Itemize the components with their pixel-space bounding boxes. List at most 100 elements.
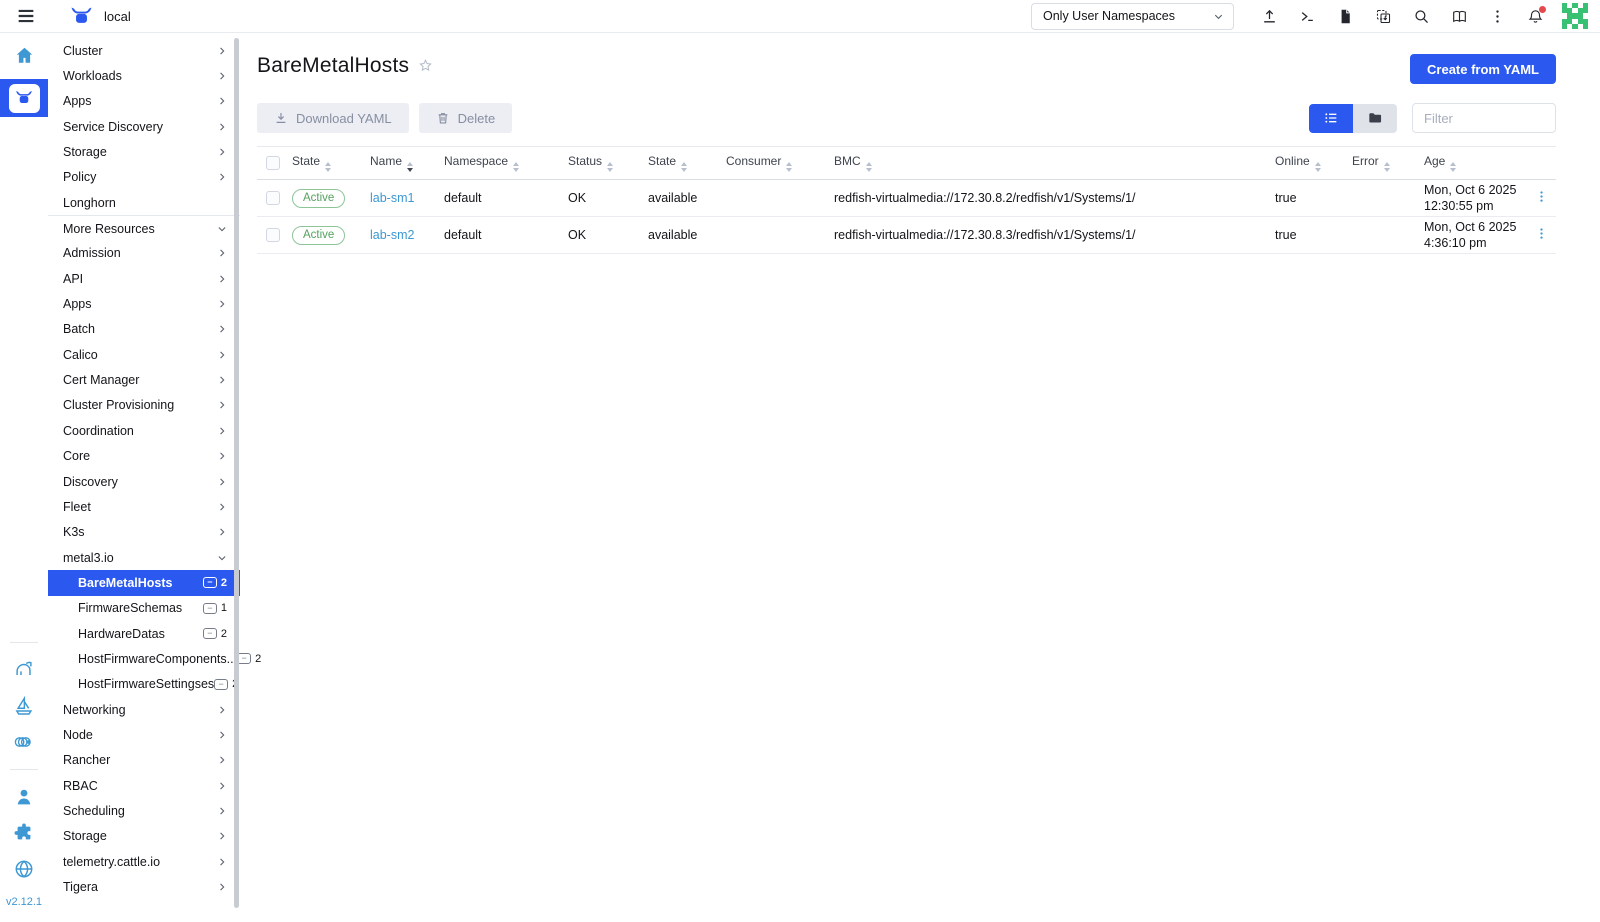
longhorn-icon[interactable] bbox=[13, 659, 35, 681]
sidebar-item-calico[interactable]: Calico bbox=[48, 342, 240, 367]
namespace-cell: default bbox=[439, 217, 563, 254]
kebab-menu-icon[interactable] bbox=[1478, 3, 1516, 30]
sidebar-item-label: HostFirmwareComponents... bbox=[78, 652, 237, 666]
sidebar-item-metal3-io[interactable]: metal3.io bbox=[48, 545, 240, 570]
chevron-right-icon bbox=[217, 755, 227, 765]
column-header-online[interactable]: Online bbox=[1270, 147, 1347, 180]
delete-button[interactable]: Delete bbox=[419, 103, 513, 133]
sidebar-item-rbac[interactable]: RBAC bbox=[48, 773, 240, 798]
name-link[interactable]: lab-sm1 bbox=[370, 191, 414, 205]
count-icon: − bbox=[203, 577, 217, 588]
sidebar-item-label: Service Discovery bbox=[63, 120, 163, 134]
sidebar-item-label: Cluster bbox=[63, 44, 103, 58]
sidebar-item-hardwaredatas[interactable]: HardwareDatas−2 bbox=[48, 621, 240, 646]
sidebar-item-telemetry-cattle-io[interactable]: telemetry.cattle.io bbox=[48, 849, 240, 874]
cluster-local-selected-icon[interactable] bbox=[0, 79, 48, 117]
sidebar-item-discovery[interactable]: Discovery bbox=[48, 469, 240, 494]
sidebar-item-fleet[interactable]: Fleet bbox=[48, 494, 240, 519]
sailboat-app-icon[interactable] bbox=[13, 695, 35, 717]
create-from-yaml-button[interactable]: Create from YAML bbox=[1410, 54, 1556, 84]
name-link[interactable]: lab-sm2 bbox=[370, 228, 414, 242]
sidebar-item-apps[interactable]: Apps bbox=[48, 89, 240, 114]
sidebar-item-k3s[interactable]: K3s bbox=[48, 520, 240, 545]
column-header-age[interactable]: Age bbox=[1419, 147, 1527, 180]
sidebar-item-storage[interactable]: Storage bbox=[48, 824, 240, 849]
cluster-name[interactable]: local bbox=[104, 9, 131, 24]
sidebar-item-label: Workloads bbox=[63, 69, 122, 83]
chevron-right-icon bbox=[217, 451, 227, 461]
sidebar-item-cluster-provisioning[interactable]: Cluster Provisioning bbox=[48, 393, 240, 418]
sidebar-item-rancher[interactable]: Rancher bbox=[48, 748, 240, 773]
namespace-filter-select[interactable]: Only User Namespaces bbox=[1031, 3, 1234, 30]
sidebar-item-node[interactable]: Node bbox=[48, 722, 240, 747]
sidebar-item-baremetalhosts[interactable]: BareMetalHosts−2 bbox=[48, 570, 240, 595]
hamburger-menu-icon[interactable] bbox=[15, 5, 37, 27]
row-actions-kebab-icon[interactable] bbox=[1532, 226, 1551, 241]
sidebar-item-storage[interactable]: Storage bbox=[48, 139, 240, 164]
sidebar-item-batch[interactable]: Batch bbox=[48, 317, 240, 342]
sidebar-item-longhorn[interactable]: Longhorn bbox=[48, 190, 240, 215]
sidebar-item-admission[interactable]: Admission bbox=[48, 241, 240, 266]
kubectl-shell-icon[interactable] bbox=[1288, 3, 1326, 30]
bmc-cell: redfish-virtualmedia://172.30.8.3/redfis… bbox=[829, 217, 1270, 254]
column-header-consumer[interactable]: Consumer bbox=[721, 147, 829, 180]
favorite-star-icon[interactable] bbox=[418, 58, 433, 73]
column-header-namespace[interactable]: Namespace bbox=[439, 147, 563, 180]
sidebar-item-apps[interactable]: Apps bbox=[48, 291, 240, 316]
sidebar-item-more-resources[interactable]: More Resources bbox=[48, 215, 240, 240]
provisioning-state-cell: available bbox=[643, 217, 721, 254]
column-header-status[interactable]: Status bbox=[563, 147, 643, 180]
sidebar-item-tigera[interactable]: Tigera bbox=[48, 874, 240, 899]
sidebar-item-policy[interactable]: Policy bbox=[48, 165, 240, 190]
home-icon[interactable] bbox=[14, 45, 35, 66]
globe-icon[interactable] bbox=[13, 858, 35, 880]
chevron-right-icon bbox=[217, 299, 227, 309]
sidebar-item-hostfirmwaresettingses[interactable]: HostFirmwareSettingses−2 bbox=[48, 672, 240, 697]
group-view-button[interactable] bbox=[1353, 104, 1397, 133]
chevron-right-icon bbox=[217, 502, 227, 512]
upload-icon[interactable] bbox=[1250, 3, 1288, 30]
sidebar-item-cluster[interactable]: Cluster bbox=[48, 38, 240, 63]
row-checkbox[interactable] bbox=[266, 191, 280, 205]
sidebar-item-api[interactable]: API bbox=[48, 266, 240, 291]
user-icon[interactable] bbox=[13, 786, 35, 808]
chevron-right-icon bbox=[217, 730, 227, 740]
page-title: BareMetalHosts bbox=[257, 54, 409, 78]
sidebar-scrollbar[interactable] bbox=[234, 38, 239, 908]
docs-book-icon[interactable] bbox=[1440, 3, 1478, 30]
chevron-right-icon bbox=[217, 705, 227, 715]
resource-count-badge: −1 bbox=[203, 602, 227, 614]
sidebar-item-coordination[interactable]: Coordination bbox=[48, 418, 240, 443]
sidebar-item-core[interactable]: Core bbox=[48, 444, 240, 469]
row-actions-kebab-icon[interactable] bbox=[1532, 189, 1551, 204]
coil-app-icon[interactable] bbox=[13, 731, 35, 753]
select-all-checkbox[interactable] bbox=[266, 156, 280, 170]
import-yaml-icon[interactable] bbox=[1364, 3, 1402, 30]
chevron-right-icon bbox=[217, 46, 227, 56]
column-header-state[interactable]: State bbox=[287, 147, 365, 180]
row-checkbox[interactable] bbox=[266, 228, 280, 242]
sidebar-item-service-discovery[interactable]: Service Discovery bbox=[48, 114, 240, 139]
notifications-bell-icon[interactable] bbox=[1516, 3, 1554, 30]
column-header-bmc[interactable]: BMC bbox=[829, 147, 1270, 180]
sidebar-item-networking[interactable]: Networking bbox=[48, 697, 240, 722]
sidebar-item-firmwareschemas[interactable]: FirmwareSchemas−1 bbox=[48, 596, 240, 621]
column-header-error[interactable]: Error bbox=[1347, 147, 1419, 180]
sidebar-item-cert-manager[interactable]: Cert Manager bbox=[48, 367, 240, 392]
download-yaml-button[interactable]: Download YAML bbox=[257, 103, 409, 133]
sidebar-item-workloads[interactable]: Workloads bbox=[48, 63, 240, 88]
column-header-name[interactable]: Name bbox=[365, 147, 439, 180]
list-icon bbox=[1323, 110, 1339, 126]
sort-carets-icon bbox=[1315, 162, 1321, 172]
sidebar-item-hostfirmwarecomponents[interactable]: HostFirmwareComponents...−2 bbox=[48, 646, 240, 671]
file-icon[interactable] bbox=[1326, 3, 1364, 30]
sidebar-item-scheduling[interactable]: Scheduling bbox=[48, 798, 240, 823]
filter-input[interactable] bbox=[1412, 103, 1556, 133]
user-avatar[interactable] bbox=[1562, 3, 1588, 29]
column-header-state[interactable]: State bbox=[643, 147, 721, 180]
sidebar-item-label: telemetry.cattle.io bbox=[63, 855, 160, 869]
extensions-puzzle-icon[interactable] bbox=[13, 822, 35, 844]
chevron-down-icon bbox=[217, 553, 227, 563]
list-view-button[interactable] bbox=[1309, 104, 1353, 133]
search-icon[interactable] bbox=[1402, 3, 1440, 30]
